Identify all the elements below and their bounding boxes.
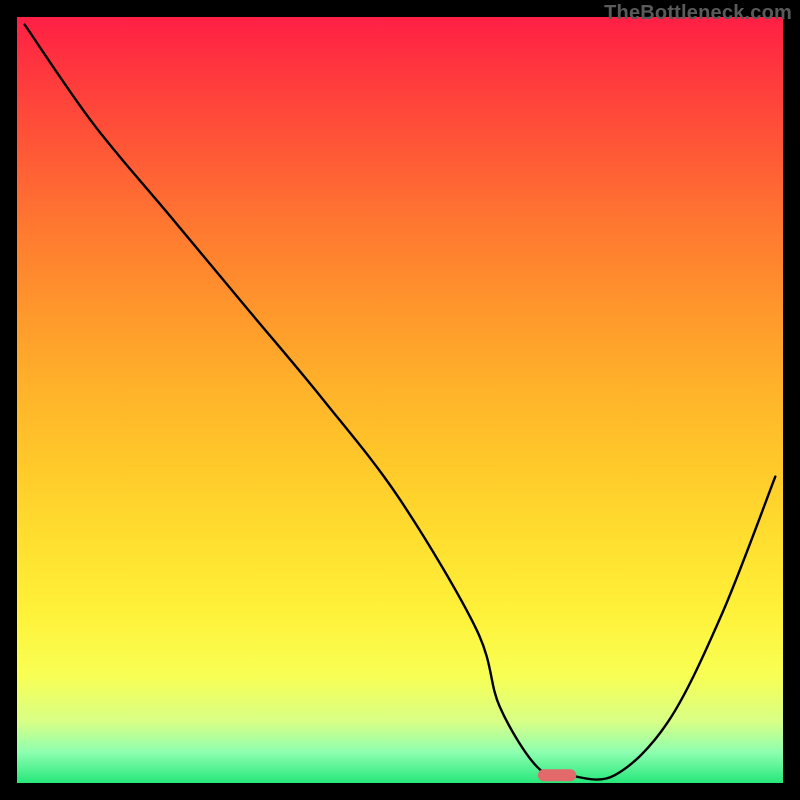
gradient-plot-area <box>17 17 783 783</box>
highlight-marker <box>538 769 576 781</box>
chart-frame: { "watermark": "TheBottleneck.com", "cha… <box>0 0 800 800</box>
bottleneck-curve <box>25 25 776 780</box>
chart-svg <box>17 17 783 783</box>
watermark-text: TheBottleneck.com <box>604 2 792 25</box>
